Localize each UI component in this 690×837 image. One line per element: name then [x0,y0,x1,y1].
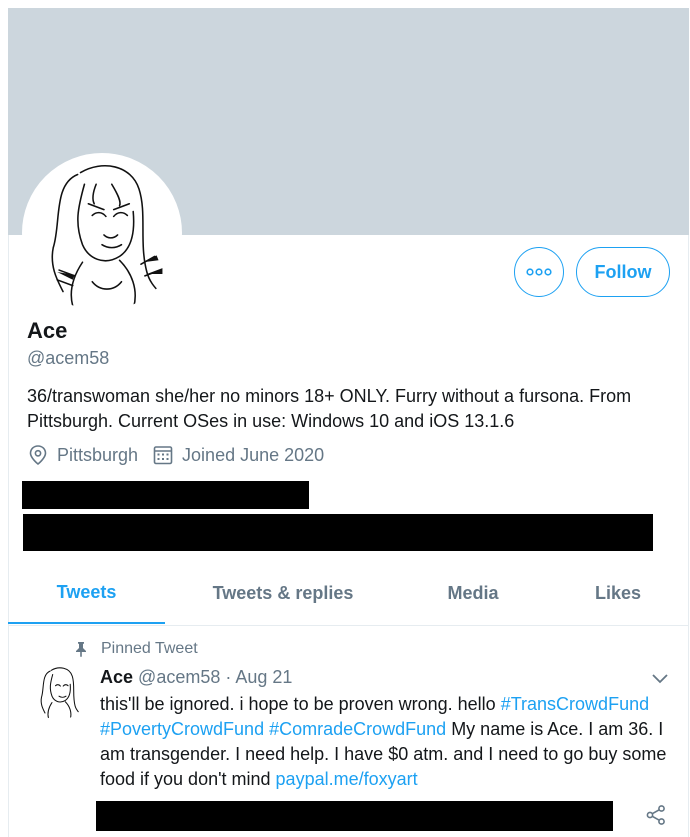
profile-handle: @acem58 [27,348,110,368]
profile-tabs: Tweets Tweets & replies Media Likes [8,562,689,626]
location-pin-icon [29,445,47,466]
tweet-header: Ace @acem58 · Aug 21 [100,667,292,688]
redacted-block [96,801,613,831]
tweet-author-avatar[interactable] [31,664,87,720]
profile-avatar[interactable] [22,153,182,313]
profile-joined: Joined June 2020 [152,444,324,466]
avatar-illustration [40,667,83,720]
tweet-author-handle[interactable]: @acem58 [138,667,220,687]
avatar-illustration [51,165,168,310]
more-options-button[interactable] [514,247,564,297]
calendar-icon [153,446,173,465]
hashtag-link[interactable]: #TransCrowdFund [501,694,649,714]
profile-bio: 36/transwoman she/her no minors 18+ ONLY… [27,386,632,431]
tab-media[interactable]: Media [428,562,518,624]
more-icon [526,268,552,276]
redacted-block [22,481,309,509]
tweet-author-name[interactable]: Ace [100,667,133,687]
chevron-down-icon [652,674,668,684]
tweet-separator: · [225,667,232,687]
pinned-tweet-label: Pinned Tweet [74,640,198,658]
share-button[interactable] [645,804,667,831]
tab-likes[interactable]: Likes [578,562,658,624]
tweet-text: this'll be ignored. i hope to be proven … [100,692,675,792]
hashtag-link[interactable]: #ComradeCrowdFund [269,719,446,739]
tweet-text-segment: this'll be ignored. i hope to be proven … [100,694,501,714]
tab-tweets[interactable]: Tweets [8,562,165,624]
profile-name: Ace [27,318,68,343]
follow-button[interactable]: Follow [576,247,670,297]
hashtag-link[interactable]: #PovertyCrowdFund [100,719,264,739]
profile-location: Pittsburgh [27,444,138,466]
tweet-date[interactable]: Aug 21 [235,667,292,687]
location-text: Pittsburgh [57,444,139,465]
pin-icon [76,642,86,657]
tab-tweets-and-replies[interactable]: Tweets & replies [198,562,368,624]
paypal-link[interactable]: paypal.me/foxyart [276,769,418,789]
redacted-block [23,514,653,551]
share-icon [646,805,665,825]
tweet-menu-button[interactable] [650,668,670,693]
joined-text: Joined June 2020 [182,444,325,465]
profile-meta: Pittsburgh Joined June 2020 [27,444,338,466]
pinned-tweet-text: Pinned Tweet [101,640,198,657]
